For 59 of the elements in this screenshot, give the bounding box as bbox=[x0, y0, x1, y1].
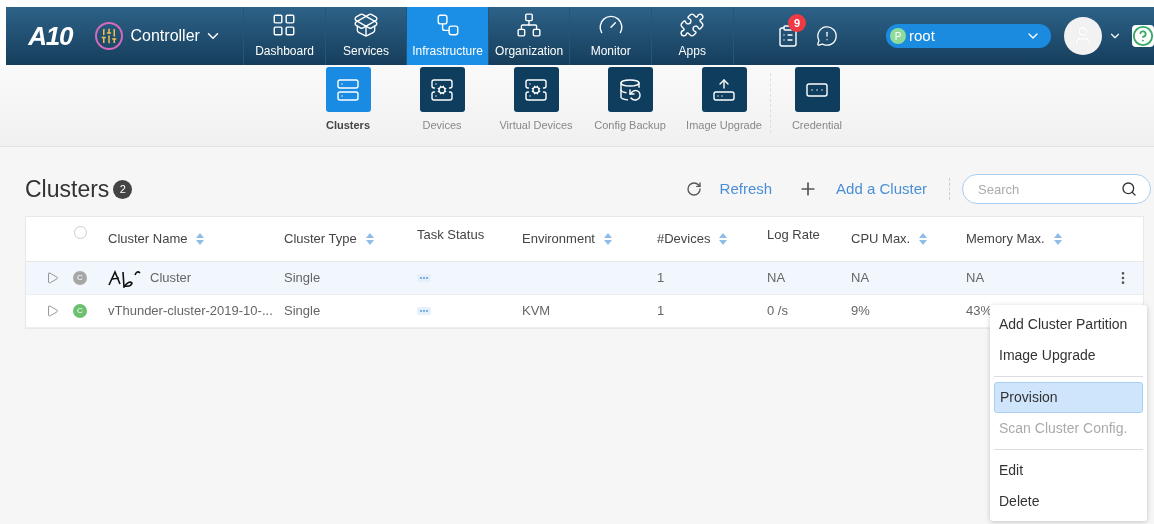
table-cell-text: 0 /s bbox=[767, 302, 788, 321]
column-header[interactable]: Environment bbox=[522, 229, 613, 249]
drive-upload-icon bbox=[712, 77, 736, 102]
org-chart-icon bbox=[516, 12, 543, 38]
subnav-item[interactable]: Clusters bbox=[301, 67, 395, 134]
table-cell-text: 1 bbox=[657, 302, 665, 321]
column-header[interactable]: Memory Max. bbox=[966, 229, 1063, 249]
task-status-icon[interactable] bbox=[417, 307, 431, 315]
controller-icon bbox=[94, 22, 123, 50]
sort-icon[interactable] bbox=[718, 232, 729, 246]
user-avatar[interactable] bbox=[1064, 17, 1102, 55]
column-header[interactable]: Log Rate bbox=[767, 225, 820, 245]
page-title: Clusters bbox=[25, 174, 110, 204]
table-cell-text: Cluster bbox=[150, 269, 192, 288]
menu-item[interactable]: Delete bbox=[994, 486, 1143, 517]
provider-badge: P bbox=[890, 28, 906, 44]
count-badge: 2 bbox=[113, 179, 133, 199]
server-gear-icon bbox=[524, 77, 548, 102]
column-header[interactable]: Cluster Name bbox=[108, 229, 206, 249]
box-icon bbox=[353, 12, 380, 38]
notification-badge: 9 bbox=[788, 14, 806, 32]
table-cell-text: NA bbox=[767, 269, 786, 288]
alert-message-icon[interactable] bbox=[816, 25, 838, 47]
server-icon bbox=[336, 77, 360, 102]
table-cell-text: vThunder-cluster-2019-10-... bbox=[108, 302, 273, 321]
sort-icon[interactable] bbox=[918, 232, 929, 246]
column-header[interactable]: #Devices bbox=[657, 229, 729, 249]
logo[interactable]: A10 bbox=[28, 16, 73, 56]
sort-icon[interactable] bbox=[1052, 232, 1063, 246]
column-header[interactable]: Cluster Type bbox=[284, 229, 375, 249]
column-header[interactable]: Task Status bbox=[417, 225, 485, 245]
puzzle-icon bbox=[679, 12, 706, 38]
product-dropdown[interactable]: Controller bbox=[130, 24, 222, 48]
table-cell-text: KVM bbox=[522, 302, 551, 321]
menu-item[interactable]: Provision bbox=[994, 382, 1143, 413]
sort-icon[interactable] bbox=[195, 232, 206, 246]
provider-dropdown[interactable]: P root bbox=[886, 24, 1051, 48]
help-icon[interactable] bbox=[1132, 25, 1154, 47]
table-row[interactable]: C Cluster Single 1 NA NA NA bbox=[26, 262, 1143, 295]
search-field[interactable]: Search bbox=[962, 174, 1151, 204]
database-icon bbox=[618, 77, 642, 102]
menu-item[interactable]: Edit bbox=[994, 455, 1143, 486]
table-cell-text: Single bbox=[284, 302, 321, 321]
sort-icon[interactable] bbox=[603, 232, 613, 246]
sort-icon[interactable] bbox=[364, 232, 375, 246]
menu-item[interactable]: Image Upgrade bbox=[994, 340, 1143, 371]
task-status-icon[interactable] bbox=[417, 274, 431, 282]
table-cell-text: NA bbox=[966, 269, 985, 288]
table-cell-text: 1 bbox=[657, 269, 665, 288]
refresh-icon bbox=[685, 181, 702, 197]
expand-icon[interactable] bbox=[47, 272, 59, 284]
table-cell-text: NA bbox=[851, 269, 870, 288]
search-icon[interactable] bbox=[1121, 181, 1137, 197]
table-cell-text: Single bbox=[284, 269, 321, 288]
server-gear-icon bbox=[430, 77, 454, 102]
column-header[interactable]: CPU Max. bbox=[851, 229, 929, 249]
table-cell-text: 9% bbox=[851, 302, 870, 321]
expand-icon[interactable] bbox=[47, 305, 59, 317]
menu-item[interactable]: Add Cluster Partition bbox=[994, 309, 1143, 340]
